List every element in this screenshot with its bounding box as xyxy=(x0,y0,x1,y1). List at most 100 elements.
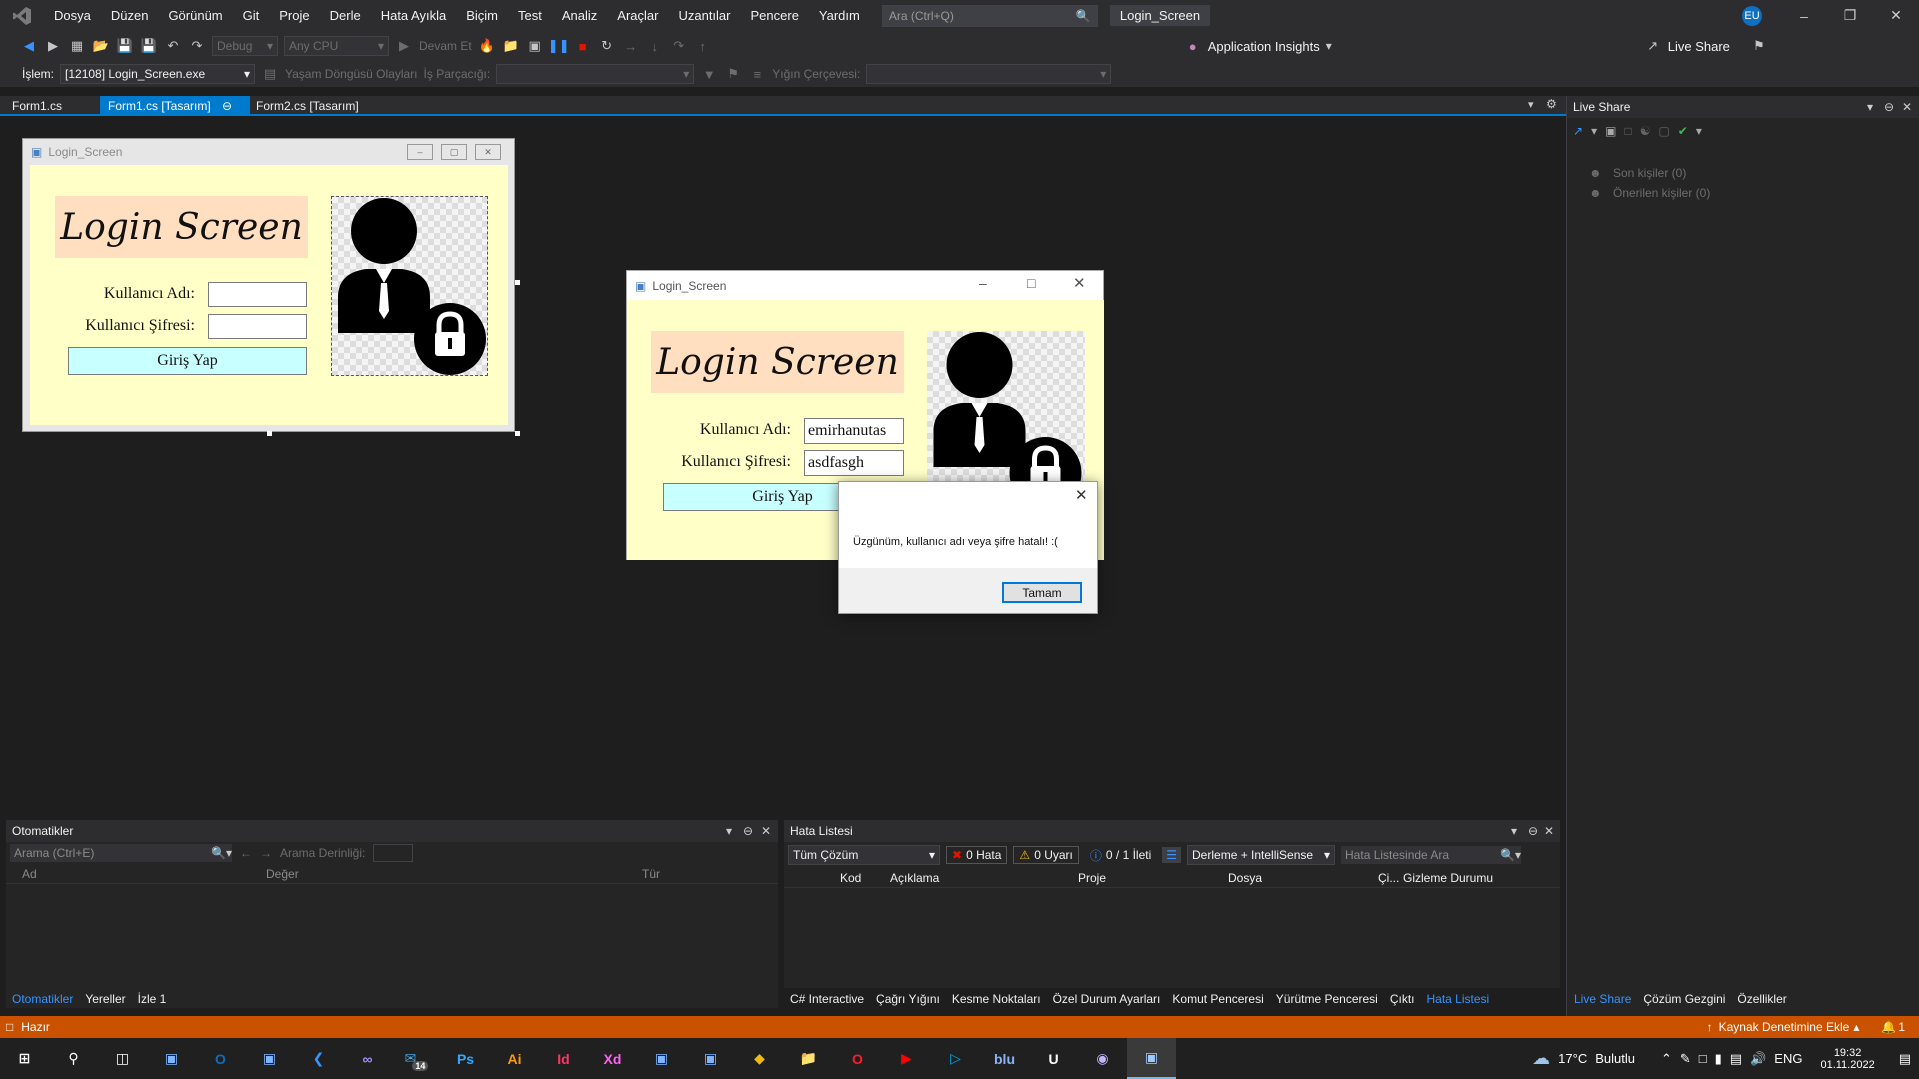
menu-item-3[interactable]: Git xyxy=(233,0,270,31)
col-suppression[interactable]: Gizleme Durumu xyxy=(1403,871,1533,885)
step-out-icon[interactable]: ↑ xyxy=(694,37,712,55)
share-options-icon[interactable]: ▾ xyxy=(1591,124,1597,138)
redo-icon[interactable]: ↷ xyxy=(188,37,206,55)
forward-arrow-icon[interactable]: → xyxy=(260,846,272,860)
suggested-contacts[interactable]: ☻ Önerilen kişiler (0) xyxy=(1589,186,1710,200)
username-label[interactable]: Kullanıcı Adı: xyxy=(55,285,195,303)
opera-icon[interactable]: O xyxy=(833,1038,882,1079)
tab-immediate-window[interactable]: Yürütme Penceresi xyxy=(1270,989,1384,1009)
warnings-filter-button[interactable]: ⚠ 0 Uyarı xyxy=(1013,846,1079,864)
process-select[interactable]: [12108] Login_Screen.exe ▾ xyxy=(60,64,256,84)
menu-item-6[interactable]: Hata Ayıkla xyxy=(371,0,457,31)
tab-exception-settings[interactable]: Özel Durum Ayarları xyxy=(1047,989,1167,1009)
new-project-icon[interactable]: ▦ xyxy=(68,37,86,55)
tab-form1-design[interactable]: Form1.cs [Tasarım] ⊖ ✕ xyxy=(100,96,250,133)
prime-video-icon[interactable]: ▷ xyxy=(931,1038,980,1079)
explorer-icon[interactable]: 📁 xyxy=(784,1038,833,1079)
app-icon[interactable]: ▣ xyxy=(147,1038,196,1079)
xd-icon[interactable]: Xd xyxy=(588,1038,637,1079)
col-name[interactable]: Ad xyxy=(6,867,266,881)
dropdown-icon[interactable]: ▾ xyxy=(1867,96,1873,118)
close-icon[interactable]: ✕ xyxy=(1544,820,1554,842)
designer-form-window[interactable]: ▣ Login_Screen – ▢ ✕ Login Screen Kullan… xyxy=(22,138,515,432)
config-select[interactable]: Debug ▾ xyxy=(212,36,278,56)
pin-icon[interactable]: ⊖ xyxy=(743,820,753,842)
resize-handle[interactable] xyxy=(515,431,520,436)
flag-icon[interactable]: ⚑ xyxy=(724,65,742,83)
password-input[interactable] xyxy=(208,314,307,339)
restart-icon[interactable]: ↻ xyxy=(598,37,616,55)
menu-item-10[interactable]: Araçlar xyxy=(607,0,668,31)
menu-item-7[interactable]: Biçim xyxy=(456,0,508,31)
menu-item-1[interactable]: Düzen xyxy=(101,0,159,31)
recent-contacts[interactable]: ☻ Son kişiler (0) xyxy=(1589,166,1686,180)
screenshot-icon[interactable]: ▣ xyxy=(526,37,544,55)
back-icon[interactable]: ◀ xyxy=(20,37,38,55)
col-value[interactable]: Değer xyxy=(266,867,642,881)
platform-select[interactable]: Any CPU ▾ xyxy=(284,36,389,56)
menu-item-11[interactable]: Uzantılar xyxy=(668,0,740,31)
close-icon[interactable]: ✕ xyxy=(1902,96,1912,118)
search-depth-select[interactable] xyxy=(373,844,414,862)
github-icon[interactable]: ◉ xyxy=(1078,1038,1127,1079)
app-icon[interactable]: ▣ xyxy=(245,1038,294,1079)
action-center-icon[interactable]: ▤ xyxy=(1899,1051,1911,1067)
col-file[interactable]: Dosya xyxy=(1228,871,1378,885)
tab-breakpoints[interactable]: Kesme Noktaları xyxy=(946,989,1047,1009)
tab-form2-design[interactable]: Form2.cs [Tasarım] xyxy=(248,96,367,116)
visual-studio-logo-icon[interactable] xyxy=(0,0,44,31)
start-icon[interactable]: ⊞ xyxy=(0,1038,49,1079)
tab-call-stack[interactable]: Çağrı Yığını xyxy=(870,989,946,1009)
username-input[interactable] xyxy=(208,282,307,307)
visual-studio-icon[interactable]: ∞ xyxy=(343,1038,392,1079)
close-icon[interactable]: ✕ xyxy=(1873,0,1919,31)
maximize-icon[interactable]: □ xyxy=(1027,275,1035,291)
indesign-icon[interactable]: Id xyxy=(539,1038,588,1079)
pen-icon[interactable]: ✎ xyxy=(1680,1051,1691,1067)
user-avatar[interactable]: EU xyxy=(1742,6,1762,26)
lifecycle-events-button[interactable]: Yaşam Döngüsü Olayları xyxy=(285,67,418,81)
menu-item-9[interactable]: Analiz xyxy=(552,0,607,31)
battery-icon[interactable]: ▮ xyxy=(1715,1051,1722,1067)
stop-icon[interactable]: ■ xyxy=(574,37,592,55)
stack-frame-select[interactable]: ▾ xyxy=(866,64,1112,84)
continue-button[interactable]: Devam Et xyxy=(419,39,472,53)
username-input[interactable]: emirhanutas xyxy=(804,418,904,444)
filter-icon[interactable]: ▼ xyxy=(700,65,718,83)
col-type[interactable]: Tür xyxy=(642,867,762,881)
step-icon[interactable]: → xyxy=(622,37,640,55)
menu-item-0[interactable]: Dosya xyxy=(44,0,101,31)
session-icon[interactable]: ▣ xyxy=(1605,124,1616,138)
password-label[interactable]: Kullanıcı Şifresi: xyxy=(55,317,195,335)
taskview-icon[interactable]: ◫ xyxy=(98,1038,147,1079)
autos-search-input[interactable]: Arama (Ctrl+E) 🔍▾ xyxy=(10,844,232,862)
continue-icon[interactable]: ▶ xyxy=(395,37,413,55)
back-arrow-icon[interactable]: ← xyxy=(240,846,252,860)
col-line[interactable]: Çi... xyxy=(1378,871,1403,885)
menu-item-2[interactable]: Görünüm xyxy=(158,0,232,31)
app-icon[interactable]: ▣ xyxy=(686,1038,735,1079)
contacts-icon[interactable]: ☯ xyxy=(1640,124,1651,138)
window-icon[interactable]: ▢ xyxy=(1658,124,1669,138)
minimize-icon[interactable]: – xyxy=(979,275,987,291)
language-indicator[interactable]: ENG xyxy=(1774,1051,1802,1066)
volume-icon[interactable]: 🔊 xyxy=(1750,1051,1766,1067)
menu-item-4[interactable]: Proje xyxy=(269,0,319,31)
error-search-input[interactable]: Hata Listesinde Ara 🔍▾ xyxy=(1341,846,1522,864)
login-button[interactable]: Giriş Yap xyxy=(68,347,307,375)
save-all-icon[interactable]: 💾 xyxy=(140,37,158,55)
dropdown-icon[interactable]: ▾ xyxy=(726,820,732,842)
share-icon[interactable]: ↗ xyxy=(1573,124,1583,138)
pin-icon[interactable]: ⊖ xyxy=(1884,96,1894,118)
menu-item-8[interactable]: Test xyxy=(508,0,552,31)
error-message-box[interactable]: ✕ Üzgünüm, kullanıcı adı veya şifre hata… xyxy=(838,481,1098,614)
tab-error-list[interactable]: Hata Listesi xyxy=(1421,989,1496,1009)
step-into-icon[interactable]: ↓ xyxy=(646,37,664,55)
resize-handle[interactable] xyxy=(515,280,520,285)
tab-output[interactable]: Çıktı xyxy=(1384,989,1421,1009)
vscode-icon[interactable]: ❮ xyxy=(294,1038,343,1079)
menu-item-13[interactable]: Yardım xyxy=(809,0,870,31)
tray-expand-icon[interactable]: ⌃ xyxy=(1661,1051,1672,1067)
pause-icon[interactable]: ❚❚ xyxy=(548,37,570,55)
notification-icon[interactable]: 🔔 xyxy=(1881,1020,1896,1034)
